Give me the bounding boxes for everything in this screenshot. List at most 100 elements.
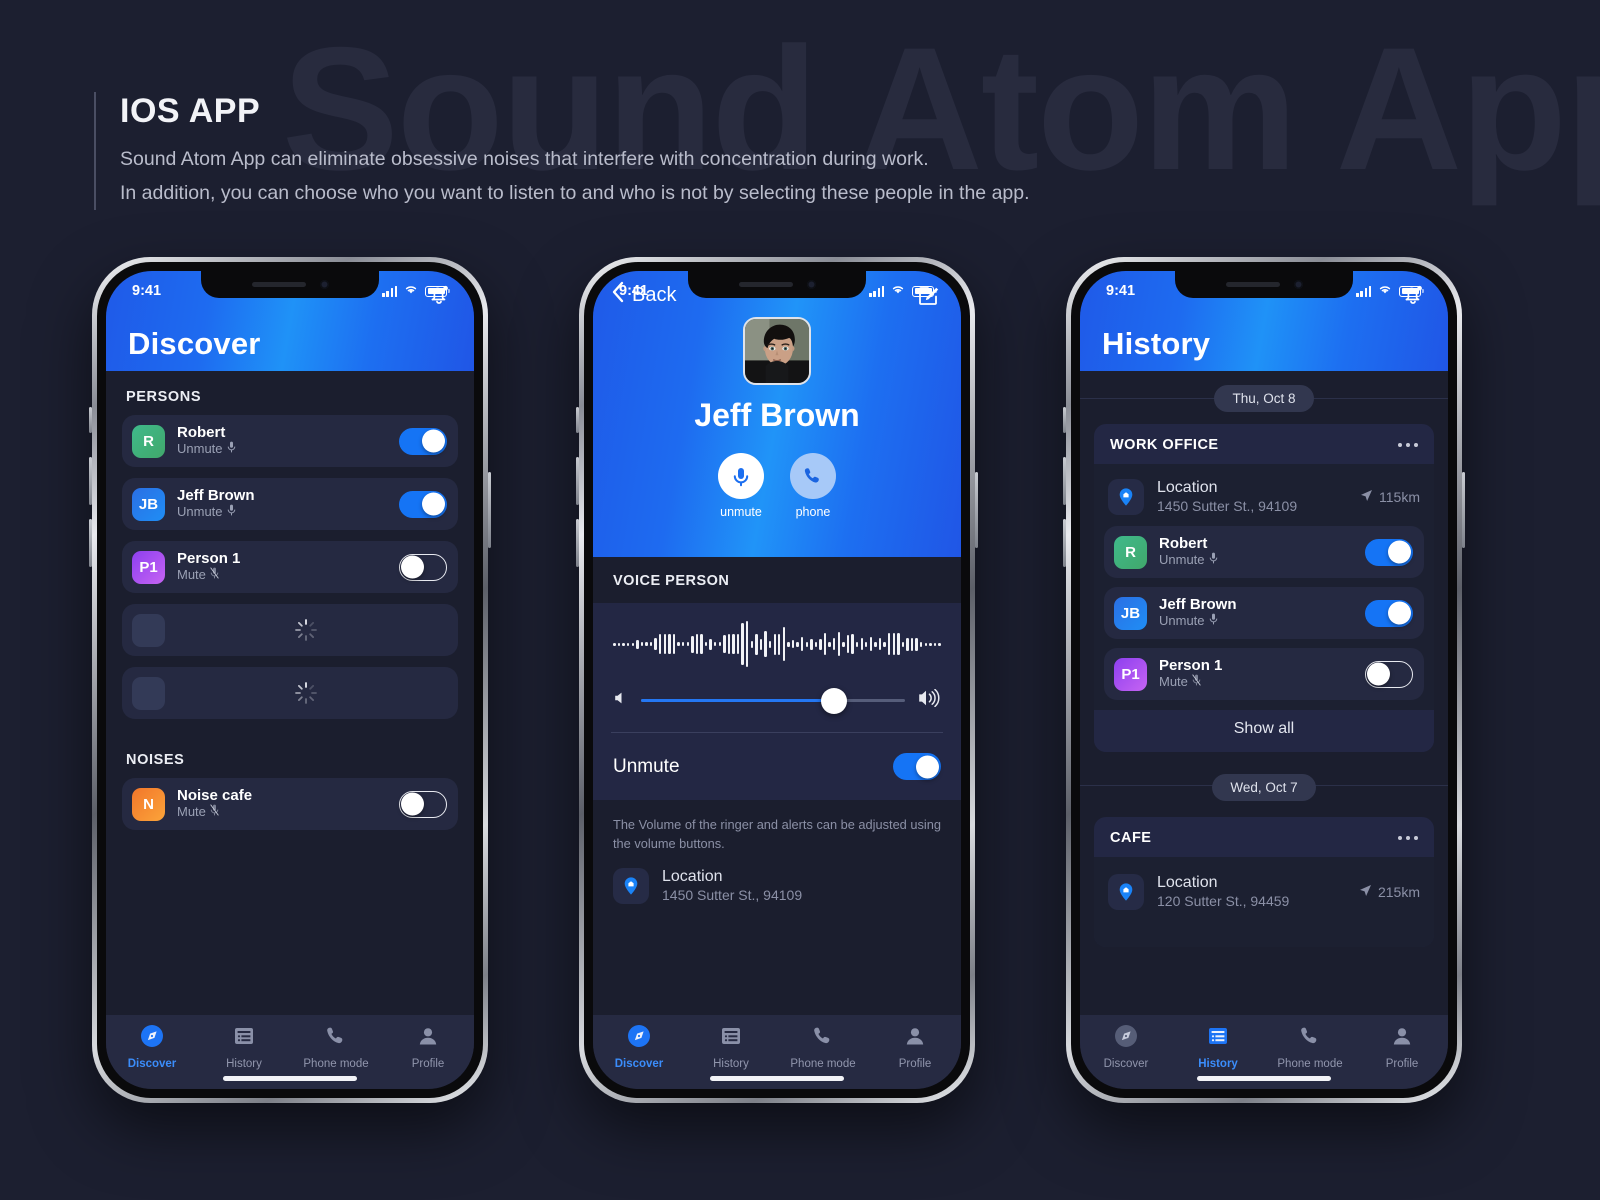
location-row[interactable]: Location 1450 Sutter St., 94109 115km bbox=[1104, 474, 1424, 526]
tab-phone-mode[interactable]: Phone mode bbox=[1264, 1023, 1356, 1070]
volume-slider-row[interactable] bbox=[611, 687, 943, 732]
avatar-initials: JB bbox=[1120, 604, 1141, 622]
volume-slider-track[interactable] bbox=[641, 687, 905, 714]
unmute-label: Unmute bbox=[613, 755, 680, 777]
power-button[interactable] bbox=[975, 472, 978, 548]
intro-line-2: In addition, you can choose who you want… bbox=[120, 181, 1030, 204]
avatar-initials: P1 bbox=[1121, 665, 1140, 683]
person-name: Jeff Brown bbox=[1159, 596, 1237, 613]
tab-bar: Discover History Phone mode Profile bbox=[1080, 1015, 1448, 1089]
mute-switch-button[interactable] bbox=[1063, 407, 1066, 433]
volume-slider-thumb[interactable] bbox=[820, 687, 847, 714]
unmute-toggle[interactable] bbox=[893, 753, 941, 780]
wifi-icon bbox=[890, 283, 906, 299]
section-label-noises: NOISES bbox=[126, 752, 185, 768]
contact-content: VOICE PERSON Unmute The Volume of the ri… bbox=[593, 557, 961, 1015]
mute-toggle[interactable] bbox=[399, 427, 447, 455]
person-row-person-1[interactable]: P1 Person 1 Mute bbox=[1104, 648, 1424, 701]
distance-value: 215km bbox=[1377, 884, 1420, 901]
tab-history[interactable]: History bbox=[198, 1023, 290, 1070]
history-content: Thu, Oct 8 WORK OFFICE Location 1450 Sut… bbox=[1080, 371, 1448, 1015]
person-row-robert[interactable]: R Robert Unmute bbox=[1104, 526, 1424, 579]
person-row-person-1[interactable]: P1 Person 1 Mute bbox=[122, 541, 458, 593]
tab-profile[interactable]: Profile bbox=[869, 1023, 961, 1070]
phone-icon bbox=[790, 453, 836, 499]
phone-icon bbox=[1297, 1023, 1323, 1054]
status-bar: 9:41 bbox=[593, 271, 961, 311]
home-indicator[interactable] bbox=[710, 1076, 844, 1081]
tab-discover[interactable]: Discover bbox=[106, 1023, 198, 1070]
tab-discover[interactable]: Discover bbox=[593, 1023, 685, 1070]
unmute-setting-row[interactable]: Unmute bbox=[611, 733, 943, 800]
volume-up-button[interactable] bbox=[576, 457, 579, 505]
location-row[interactable]: Location 120 Sutter St., 94459 215km bbox=[1104, 867, 1424, 921]
tab-history[interactable]: History bbox=[685, 1023, 777, 1070]
action-label: unmute bbox=[720, 505, 762, 519]
history-card-work-office: WORK OFFICE Location 1450 Sutter St., 94… bbox=[1094, 424, 1434, 753]
person-icon bbox=[1389, 1023, 1415, 1054]
volume-down-button[interactable] bbox=[576, 519, 579, 567]
location-row[interactable]: Location 1450 Sutter St., 94109 bbox=[593, 867, 961, 916]
tab-label: History bbox=[226, 1058, 262, 1070]
volume-up-button[interactable] bbox=[89, 457, 92, 505]
mute-toggle[interactable] bbox=[1365, 599, 1413, 627]
mic-off-icon bbox=[210, 567, 219, 584]
person-icon bbox=[902, 1023, 928, 1054]
tab-profile[interactable]: Profile bbox=[1356, 1023, 1448, 1070]
tab-phone-mode[interactable]: Phone mode bbox=[777, 1023, 869, 1070]
status-time: 9:41 bbox=[132, 283, 162, 299]
mute-switch-button[interactable] bbox=[576, 407, 579, 433]
mute-toggle[interactable] bbox=[1365, 660, 1413, 688]
discover-hero-header: 9:41 Discover bbox=[106, 271, 474, 371]
mute-toggle[interactable] bbox=[399, 553, 447, 581]
more-horizontal-icon[interactable] bbox=[1397, 442, 1418, 448]
map-pin-icon bbox=[613, 868, 649, 905]
mute-toggle[interactable] bbox=[399, 790, 447, 818]
tab-label: Profile bbox=[1385, 1058, 1419, 1070]
noise-row-noise-cafe[interactable]: N Noise cafe Mute bbox=[122, 778, 458, 830]
mute-toggle[interactable] bbox=[399, 490, 447, 518]
speaker-low-icon bbox=[613, 690, 629, 711]
tab-discover[interactable]: Discover bbox=[1080, 1023, 1172, 1070]
waveform-visualizer bbox=[611, 621, 943, 667]
power-button[interactable] bbox=[1462, 472, 1465, 548]
status-bar: 9:41 bbox=[106, 271, 474, 311]
mic-on-icon bbox=[1209, 552, 1218, 569]
tab-phone-mode[interactable]: Phone mode bbox=[290, 1023, 382, 1070]
volume-down-button[interactable] bbox=[1063, 519, 1066, 567]
tab-bar: Discover History Phone mode Profile bbox=[593, 1015, 961, 1089]
card-header: WORK OFFICE bbox=[1094, 424, 1434, 464]
list-item-loading bbox=[122, 667, 458, 719]
distance-value: 115km bbox=[1379, 489, 1420, 506]
person-row-jeff-brown[interactable]: JB Jeff Brown Unmute bbox=[122, 478, 458, 530]
mute-toggle[interactable] bbox=[1365, 538, 1413, 566]
home-indicator[interactable] bbox=[1197, 1076, 1331, 1081]
tab-label: History bbox=[713, 1058, 749, 1070]
tab-profile[interactable]: Profile bbox=[382, 1023, 474, 1070]
volume-up-button[interactable] bbox=[1063, 457, 1066, 505]
distance-badge: 215km bbox=[1359, 884, 1420, 900]
person-row-jeff-brown[interactable]: JB Jeff Brown Unmute bbox=[1104, 587, 1424, 640]
intro-line-1: Sound Atom App can eliminate obsessive n… bbox=[120, 148, 929, 170]
volume-down-button[interactable] bbox=[89, 519, 92, 567]
contact-hero-header: 9:41 Back Jeff Brown unmute phone bbox=[593, 271, 961, 557]
phone-mockup-contact: 9:41 Back Jeff Brown unmute phone VOICE … bbox=[576, 257, 978, 1103]
person-row-robert[interactable]: R Robert Unmute bbox=[122, 415, 458, 467]
page-title: IOS APP bbox=[120, 92, 261, 130]
mute-switch-button[interactable] bbox=[89, 407, 92, 433]
avatar-placeholder bbox=[132, 613, 165, 647]
location-title: Location bbox=[1157, 479, 1218, 496]
show-all-button[interactable]: Show all bbox=[1094, 710, 1434, 753]
phone-action-button[interactable]: phone bbox=[790, 453, 836, 519]
power-button[interactable] bbox=[488, 472, 491, 548]
person-status: Unmute bbox=[1159, 552, 1205, 568]
tab-history[interactable]: History bbox=[1172, 1023, 1264, 1070]
history-hero-header: 9:41 History bbox=[1080, 271, 1448, 371]
screen-history: 9:41 History Thu, Oct 8 WORK OFFICE Loca… bbox=[1080, 271, 1448, 1089]
more-horizontal-icon[interactable] bbox=[1397, 835, 1418, 841]
person-status: Mute bbox=[177, 567, 206, 583]
mic-on-icon bbox=[227, 504, 236, 521]
avatar-initials: N bbox=[143, 795, 154, 813]
home-indicator[interactable] bbox=[223, 1076, 357, 1081]
unmute-action-button[interactable]: unmute bbox=[718, 453, 764, 519]
